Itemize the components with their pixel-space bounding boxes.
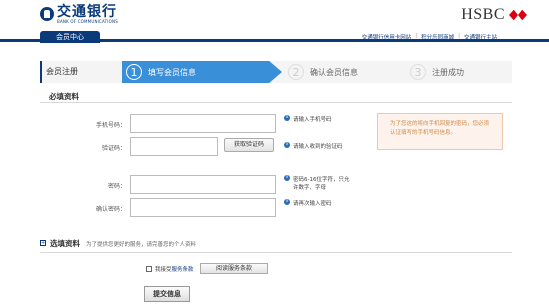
info-icon: i [284, 199, 290, 205]
top-links: 交通银行信用卡网站 | 积分乐园商城 | 交通银行主站 [358, 33, 501, 41]
password-label: 密码： [107, 183, 126, 190]
phone-tip-box: 为了您这的将向手机回复的密码，您必须认证填写的手机号码信息。 [377, 113, 503, 150]
info-icon: i [284, 142, 290, 148]
phone-input[interactable] [130, 114, 276, 133]
required-section-title: 必填资料 [49, 92, 79, 101]
bank-logo[interactable]: 交通银行 BANK OF COMMUNICATIONS [40, 4, 118, 24]
registration-steps: 会员注册 1 填写会员信息 2 确认会员信息 3 注册成功 [40, 61, 512, 83]
step-fill-info: 1 填写会员信息 [122, 61, 282, 83]
section-title: 会员注册 [40, 61, 120, 83]
hsbc-logo[interactable]: HSBC [461, 6, 527, 24]
agree-prefix: 我接受 [155, 267, 172, 273]
header: 交通银行 BANK OF COMMUNICATIONS HSBC [0, 0, 549, 29]
bank-logo-icon [40, 7, 54, 21]
password-input[interactable] [130, 175, 276, 194]
confirm-password-hint-text: 请再次输入密码 [293, 201, 332, 207]
link-points-mall[interactable]: 积分乐园商城 [417, 33, 458, 41]
verification-code-label: 验证码： [101, 145, 126, 152]
phone-hint: i 请输入手机号码 [284, 115, 332, 123]
step-label: 注册成功 [432, 67, 464, 77]
info-icon: i [284, 175, 290, 181]
tab-member-center[interactable]: 会员中心 [40, 31, 100, 43]
get-code-button[interactable]: 获取验证码 [224, 138, 274, 152]
info-icon: i [284, 115, 290, 121]
step-number: 3 [410, 64, 426, 80]
step-confirm-info: 2 确认会员信息 [268, 61, 388, 83]
phone-hint-text: 请输入手机号码 [293, 117, 332, 123]
password-hint-text: 密码6-16位字符，只允许数字、字母 [293, 177, 350, 191]
optional-section-title: 选填资料 [50, 239, 80, 248]
phone-label: 手机号码： [95, 122, 126, 129]
step-number: 2 [288, 64, 304, 80]
expand-plus-icon[interactable]: + [40, 240, 46, 246]
logo-english-name: BANK OF COMMUNICATIONS [57, 18, 118, 24]
step-label: 填写会员信息 [148, 67, 196, 77]
agree-checkbox[interactable] [146, 266, 152, 272]
hsbc-logo-text: HSBC [461, 6, 505, 23]
step-label: 确认会员信息 [310, 67, 358, 77]
password-hint: i 密码6-16位字符，只允许数字、字母 [284, 175, 354, 191]
verification-code-input[interactable] [130, 137, 218, 156]
submit-button[interactable]: 提交信息 [144, 286, 190, 302]
link-credit-card-site[interactable]: 交通银行信用卡网站 [358, 33, 416, 41]
optional-section-desc: 为了提供您更好的服务，请完善您的个人资料 [86, 242, 197, 248]
step-number: 1 [126, 64, 142, 80]
divider [40, 252, 512, 253]
link-bank-main-site[interactable]: 交通银行主站 [460, 33, 501, 41]
terms-link[interactable]: 服务条款 [172, 265, 194, 273]
agreement-row: 我接受 服务条款 [146, 265, 194, 273]
confirm-password-label: 确认密码： [95, 206, 126, 213]
divider [40, 102, 512, 103]
logo-chinese-name: 交通银行 [57, 3, 117, 20]
optional-section-header[interactable]: + 选填资料 为了提供您更好的服务，请完善您的个人资料 [40, 238, 512, 250]
read-terms-button[interactable]: 阅读服务条款 [200, 263, 268, 274]
code-hint-text: 请输入收到的验证码 [293, 144, 343, 150]
confirm-password-input[interactable] [130, 198, 276, 217]
verification-code-hint: i 请输入收到的验证码 [284, 142, 343, 150]
step-success: 3 注册成功 [390, 61, 500, 83]
confirm-password-hint: i 请再次输入密码 [284, 199, 332, 207]
hsbc-hexagon-icon [509, 10, 527, 20]
nav-bar: 会员中心 交通银行信用卡网站 | 积分乐园商城 | 交通银行主站 [0, 31, 549, 43]
